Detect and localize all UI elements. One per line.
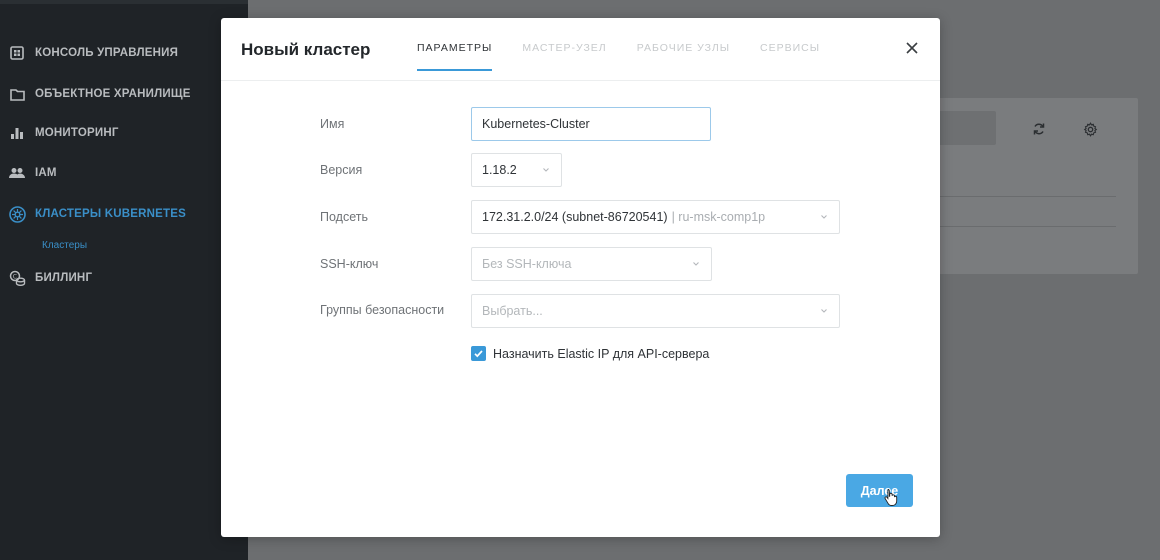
sidebar-item-label: КОНСОЛЬ УПРАВЛЕНИЯ	[35, 47, 179, 59]
tab-services[interactable]: СЕРВИСЫ	[760, 42, 820, 71]
checkmark-icon	[474, 350, 483, 358]
bar-chart-icon	[8, 124, 26, 142]
modal-title: Новый кластер	[241, 40, 371, 59]
cluster-name-input[interactable]: Kubernetes-Cluster	[471, 107, 711, 141]
tab-worker-nodes[interactable]: РАБОЧИЕ УЗЛЫ	[637, 42, 730, 71]
chevron-down-icon	[543, 168, 549, 172]
sidebar-item-label: КЛАСТЕРЫ KUBERNETES	[35, 208, 186, 220]
tab-master-node[interactable]: МАСТЕР-УЗЕЛ	[522, 42, 606, 71]
sidebar-item-monitoring[interactable]: МОНИТОРИНГ	[8, 122, 119, 144]
elastic-ip-checkbox-label: Назначить Elastic IP для API-сервера	[493, 346, 710, 361]
kubernetes-icon	[8, 205, 26, 223]
sidebar-item-iam[interactable]: IAM	[8, 162, 57, 184]
dashboard-icon	[8, 44, 26, 62]
security-groups-select[interactable]: Выбрать...	[471, 294, 840, 328]
chevron-down-icon	[821, 215, 827, 219]
sidebar-item-label: МОНИТОРИНГ	[35, 127, 119, 139]
elastic-ip-checkbox[interactable]	[471, 346, 486, 361]
sidebar-top-line	[0, 0, 248, 4]
version-select[interactable]: 1.18.2	[471, 153, 562, 187]
users-icon	[8, 164, 26, 182]
chevron-down-icon	[821, 309, 827, 313]
subnet-label: Подсеть	[320, 210, 368, 224]
refresh-icon[interactable]	[1028, 118, 1050, 140]
wizard-tabs: ПАРАМЕТРЫ МАСТЕР-УЗЕЛ РАБОЧИЕ УЗЛЫ СЕРВИ…	[417, 42, 850, 71]
ssh-key-select[interactable]: Без SSH-ключа	[471, 247, 712, 281]
security-groups-label: Группы безопасности	[320, 303, 445, 317]
sidebar-item-object-storage[interactable]: ОБЪЕКТНОЕ ХРАНИЛИЩЕ	[8, 83, 191, 105]
ssh-key-placeholder: Без SSH-ключа	[482, 257, 572, 271]
sidebar-item-label: ОБЪЕКТНОЕ ХРАНИЛИЩЕ	[35, 88, 191, 100]
sidebar-item-label: БИЛЛИНГ	[35, 272, 93, 284]
version-value: 1.18.2	[482, 163, 517, 177]
subnet-zone: | ru-msk-comp1p	[671, 210, 766, 224]
ssh-key-label: SSH-ключ	[320, 257, 379, 271]
subnet-select[interactable]: 172.31.2.0/24 (subnet-86720541) | ru-msk…	[471, 200, 840, 234]
elastic-ip-checkbox-row[interactable]: Назначить Elastic IP для API-сервера	[471, 346, 709, 361]
next-button[interactable]: Далее	[846, 474, 913, 507]
sidebar-item-console[interactable]: КОНСОЛЬ УПРАВЛЕНИЯ	[8, 42, 178, 64]
gear-icon[interactable]	[1079, 118, 1101, 140]
tab-parameters[interactable]: ПАРАМЕТРЫ	[417, 42, 493, 71]
billing-icon: C	[8, 269, 26, 287]
sidebar-item-label: IAM	[35, 167, 57, 179]
chevron-down-icon	[693, 262, 699, 266]
close-button[interactable]	[902, 38, 922, 58]
sidebar-subitem-clusters[interactable]: Кластеры	[42, 240, 87, 251]
sidebar-item-billing[interactable]: C БИЛЛИНГ	[8, 267, 92, 289]
background-divider	[940, 226, 1116, 227]
cluster-name-value: Kubernetes-Cluster	[482, 117, 590, 131]
subnet-value: 172.31.2.0/24 (subnet-86720541)	[482, 210, 668, 224]
sidebar: КОНСОЛЬ УПРАВЛЕНИЯ ОБЪЕКТНОЕ ХРАНИЛИЩЕ М…	[0, 0, 248, 560]
version-label: Версия	[320, 163, 363, 177]
name-label: Имя	[320, 117, 345, 131]
background-divider	[940, 196, 1116, 197]
folder-icon	[8, 85, 26, 103]
close-icon	[906, 42, 918, 54]
hand-cursor-icon	[884, 489, 898, 506]
new-cluster-modal: Новый кластер ПАРАМЕТРЫ МАСТЕР-УЗЕЛ РАБО…	[221, 18, 940, 537]
sidebar-item-kubernetes[interactable]: КЛАСТЕРЫ KUBERNETES	[8, 203, 186, 225]
tabs-divider	[221, 80, 940, 81]
security-groups-placeholder: Выбрать...	[482, 304, 543, 318]
